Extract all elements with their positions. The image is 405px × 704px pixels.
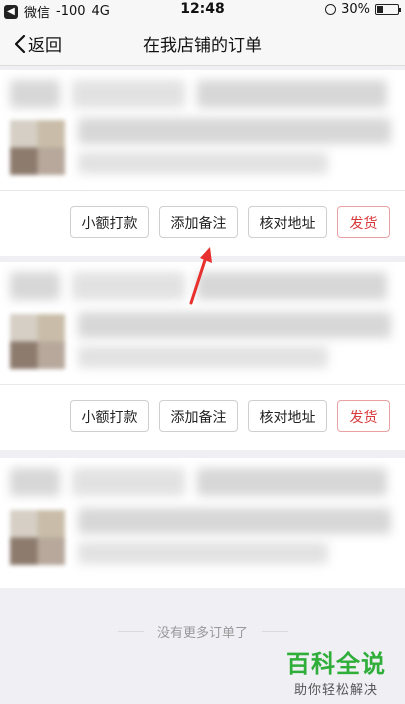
order-card[interactable] xyxy=(0,458,405,588)
status-bar: ◀ 微信 -100 4G 12:48 30% xyxy=(0,0,405,21)
product-title-blurred xyxy=(78,508,391,534)
product-thumbnail[interactable] xyxy=(10,510,65,565)
product-info-blurred xyxy=(78,312,391,368)
ship-button[interactable]: 发货 xyxy=(337,400,390,432)
annotation-arrow-icon xyxy=(189,247,212,305)
product-thumbnail[interactable] xyxy=(10,314,65,369)
battery-percent: 30% xyxy=(341,2,370,17)
small-payment-button[interactable]: 小额打款 xyxy=(70,206,149,238)
product-title-blurred xyxy=(78,118,391,144)
product-info-blurred xyxy=(78,118,391,174)
product-price-blurred xyxy=(78,346,329,368)
product-thumbnail[interactable] xyxy=(10,120,65,175)
small-payment-button[interactable]: 小额打款 xyxy=(70,400,149,432)
no-more-orders-text: 没有更多订单了 xyxy=(156,626,248,641)
ship-button[interactable]: 发货 xyxy=(337,206,390,238)
order-header xyxy=(10,80,387,112)
order-actions: 小额打款 添加备注 核对地址 发货 xyxy=(0,384,405,450)
product-price-blurred xyxy=(78,152,329,174)
add-note-button[interactable]: 添加备注 xyxy=(159,206,238,238)
order-status-blurred xyxy=(197,80,387,108)
watermark-title: 百科全说 xyxy=(286,650,386,678)
order-header xyxy=(10,468,387,500)
shop-avatar-blurred xyxy=(10,272,60,300)
divider xyxy=(262,631,288,632)
product-price-blurred xyxy=(78,542,329,564)
order-header-blurred xyxy=(72,80,185,108)
alarm-icon xyxy=(325,4,337,15)
shop-avatar-blurred xyxy=(10,468,60,496)
order-status-blurred xyxy=(197,468,387,496)
watermark-subtitle: 助你轻松解决 xyxy=(293,683,378,698)
product-info-blurred xyxy=(78,508,391,564)
watermark: 百科全说 助你轻松解决 xyxy=(277,644,395,698)
verify-address-button[interactable]: 核对地址 xyxy=(248,400,327,432)
battery-icon xyxy=(375,4,401,15)
shop-avatar-blurred xyxy=(10,80,60,108)
order-header-blurred xyxy=(72,272,185,300)
add-note-button[interactable]: 添加备注 xyxy=(159,400,238,432)
order-status-blurred xyxy=(197,272,387,300)
product-title-blurred xyxy=(78,312,391,338)
navigation-bar: 返回 在我店铺的订单 xyxy=(0,20,405,66)
order-header-blurred xyxy=(72,468,185,496)
verify-address-button[interactable]: 核对地址 xyxy=(248,206,327,238)
page-title: 在我店铺的订单 xyxy=(143,36,262,56)
order-card[interactable] xyxy=(0,70,405,190)
status-right: 30% xyxy=(325,2,401,17)
battery-fill xyxy=(377,6,383,13)
